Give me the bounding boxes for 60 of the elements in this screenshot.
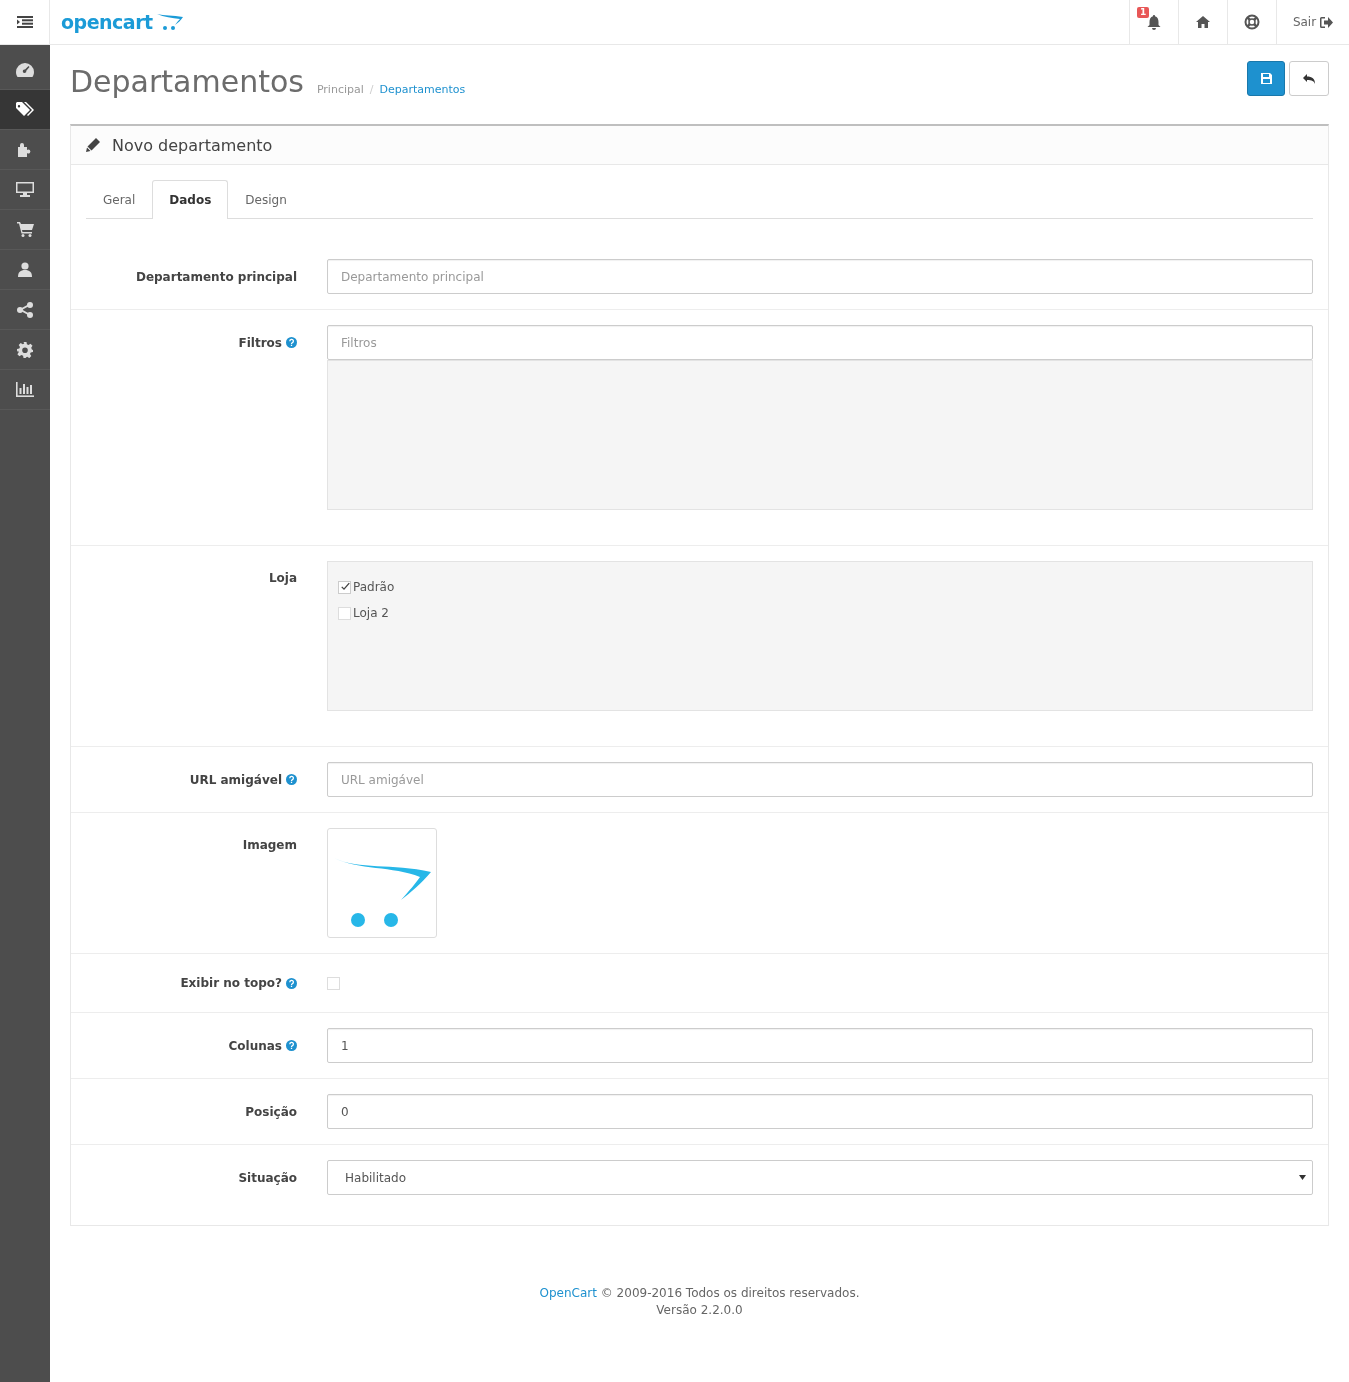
pencil-icon: [86, 138, 100, 152]
panel-title: Novo departamento: [112, 135, 273, 155]
field-label: Colunas: [228, 1038, 282, 1053]
checkbox[interactable]: [327, 976, 340, 990]
lifebuoy-icon: [1244, 14, 1260, 30]
cart-icon: [16, 222, 34, 237]
help-icon: [286, 337, 297, 348]
sidebar-item[interactable]: [0, 90, 50, 130]
checkbox[interactable]: [338, 606, 351, 620]
tab[interactable]: Geral: [86, 180, 153, 219]
field-label: Loja: [268, 571, 297, 585]
help-icon: [286, 977, 297, 989]
opencart-link[interactable]: OpenCart: [539, 1286, 597, 1300]
gear-icon: [17, 341, 33, 358]
field-label: URL amigável: [189, 772, 282, 787]
field-label: Posição: [245, 1104, 297, 1119]
breadcrumb-separator: /: [368, 83, 375, 96]
tab[interactable]: Design: [228, 180, 304, 219]
field-label: Exibir no topo?: [180, 976, 282, 990]
copyright-text: OpenCart © 2009-2016 Todos os direitos reservados.: [538, 1285, 861, 1302]
help-icon: [286, 774, 297, 785]
input-field[interactable]: Departamento principal: [327, 259, 1313, 294]
bar-chart-icon: [16, 382, 34, 397]
monitor-icon: [16, 182, 34, 197]
version-text: Versão 2.2.0.0: [655, 1302, 744, 1319]
page-title: Departamentos: [70, 67, 304, 97]
notification-count: 1: [1137, 7, 1150, 18]
breadcrumb-link[interactable]: Departamentos: [379, 83, 466, 96]
field-label: Imagem: [242, 838, 297, 852]
notifications-button[interactable]: 1: [1129, 0, 1178, 44]
input-field[interactable]: Filtros: [327, 325, 1313, 360]
tab[interactable]: Dados: [152, 180, 229, 219]
user-icon: [18, 262, 32, 277]
menu-icon: [16, 16, 33, 28]
checkbox-label: Loja 2: [353, 606, 389, 620]
home-icon: [1196, 16, 1210, 28]
checkbox-label: Padrão: [353, 580, 395, 594]
input-field[interactable]: 0: [327, 1094, 1313, 1129]
tags-icon: [16, 101, 34, 118]
back-button[interactable]: [1289, 61, 1329, 96]
field-label: Departamento principal: [135, 269, 297, 284]
save-icon: [1260, 73, 1272, 84]
gauge-icon: [16, 62, 34, 77]
reply-icon: [1303, 73, 1315, 84]
logout-icon: [1320, 16, 1334, 28]
share-icon: [17, 301, 33, 318]
logo-text: opencart: [61, 11, 153, 33]
puzzle-icon: [17, 141, 33, 158]
input-field[interactable]: 1: [327, 1028, 1313, 1063]
help-icon: [286, 1040, 297, 1051]
select-field[interactable]: Habilitado: [327, 1160, 1313, 1195]
field-label: Situação: [238, 1170, 297, 1185]
checkbox[interactable]: [338, 580, 351, 594]
image-thumbnail[interactable]: [327, 828, 437, 938]
save-button[interactable]: [1247, 61, 1285, 96]
bell-icon: [1147, 14, 1161, 30]
input-field[interactable]: URL amigável: [327, 762, 1313, 797]
caret-icon: [1299, 1175, 1306, 1180]
field-label: Filtros: [238, 335, 282, 350]
logout-link[interactable]: Sair: [1276, 0, 1349, 44]
